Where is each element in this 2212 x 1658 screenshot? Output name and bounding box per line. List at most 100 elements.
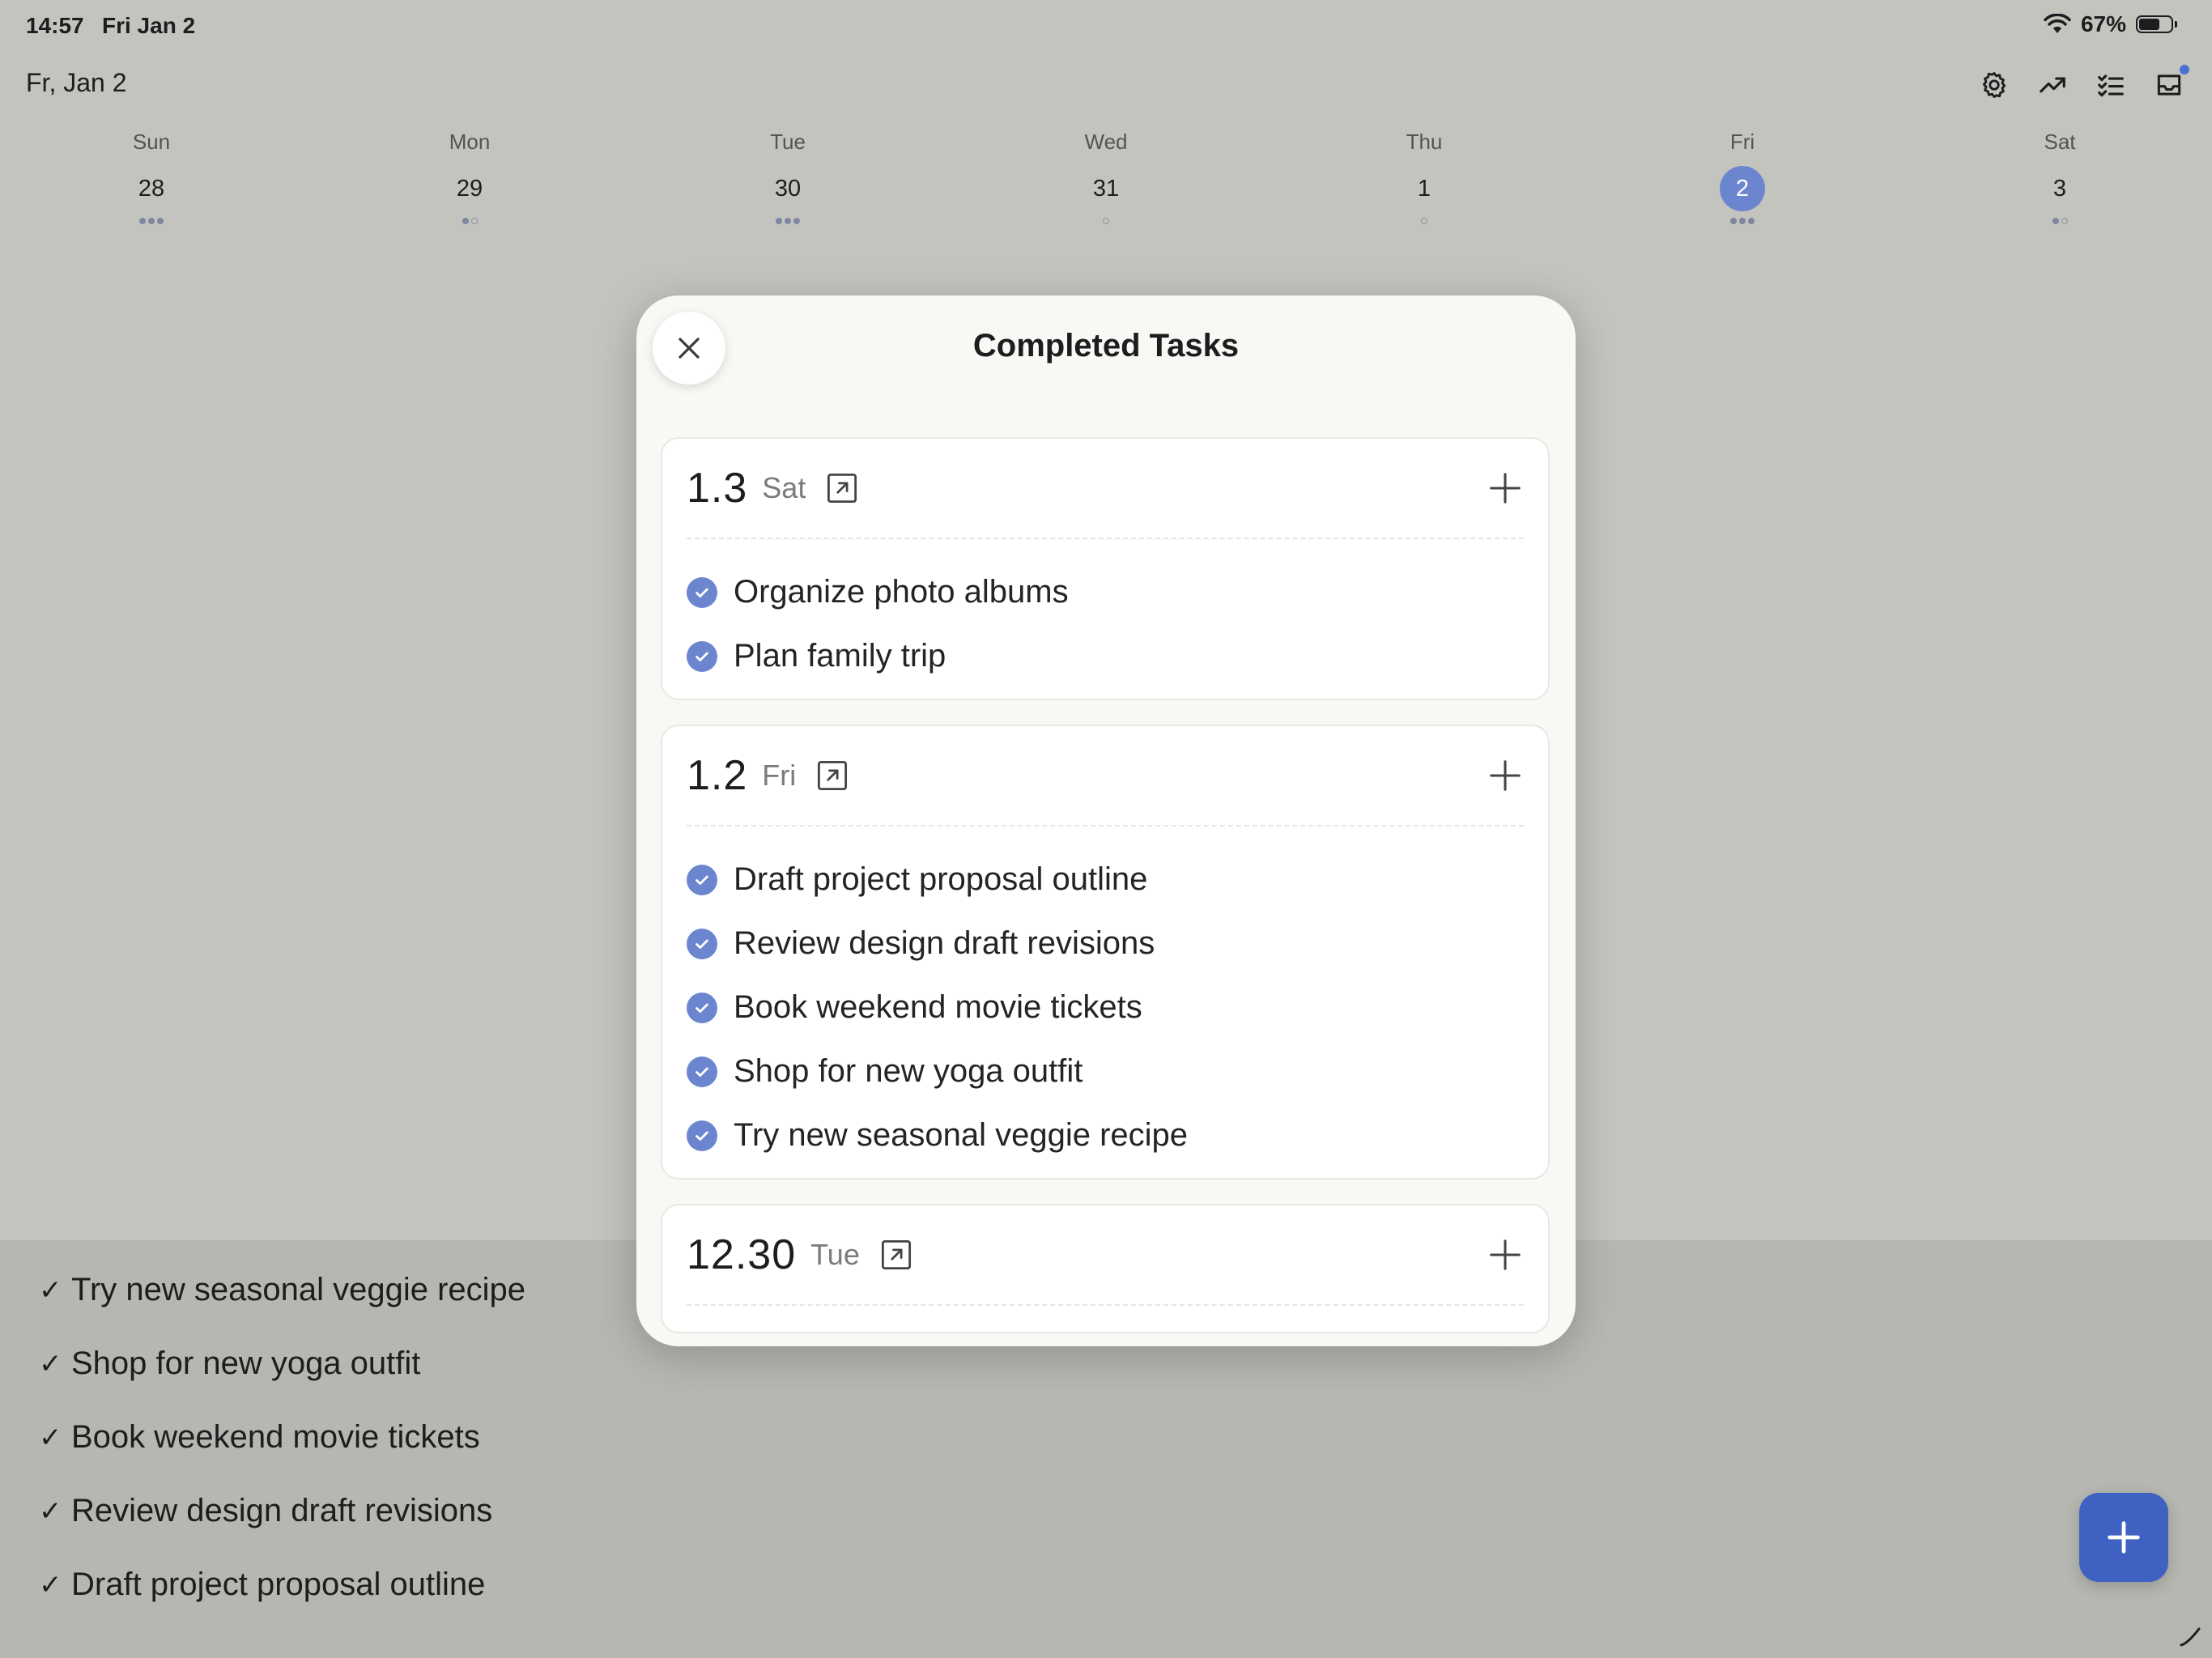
open-day-icon[interactable] xyxy=(825,471,859,505)
day-name: Thu xyxy=(1406,130,1443,154)
checkmark-icon[interactable] xyxy=(687,992,717,1023)
task-dot xyxy=(2052,218,2059,224)
day-number: 1 xyxy=(1417,176,1431,202)
task-list-button[interactable] xyxy=(2092,66,2129,104)
settings-button[interactable] xyxy=(1976,66,2013,104)
task-item[interactable]: Review design draft revisions xyxy=(687,912,1524,976)
day-wed[interactable]: Wed 31 xyxy=(1025,130,1187,227)
day-sat[interactable]: Sat 3 xyxy=(1979,130,2141,227)
day-name: Sat xyxy=(2044,130,2076,154)
list-item[interactable]: ✓ Book weekend movie tickets xyxy=(39,1401,525,1474)
day-mon[interactable]: Mon 29 xyxy=(389,130,551,227)
check-icon: ✓ xyxy=(39,1274,62,1306)
task-dot xyxy=(1730,218,1737,224)
checklist-icon xyxy=(2098,74,2124,97)
add-task-icon[interactable] xyxy=(1487,757,1524,794)
day-number: 30 xyxy=(774,176,802,202)
task-label: Book weekend movie tickets xyxy=(71,1419,480,1455)
day-number: 2 xyxy=(1720,166,1765,211)
add-task-icon[interactable] xyxy=(1487,470,1524,507)
task-item[interactable]: Try new seasonal veggie recipe xyxy=(687,1103,1524,1167)
status-time: 14:57 xyxy=(26,13,84,38)
task-label: Draft project proposal outline xyxy=(734,861,1148,897)
notification-dot xyxy=(2180,65,2189,74)
status-indicators: 67% xyxy=(2044,11,2177,37)
task-dots xyxy=(70,218,232,227)
wifi-icon xyxy=(2044,14,2071,33)
day-name: Sun xyxy=(132,130,171,154)
check-icon: ✓ xyxy=(39,1422,62,1453)
day-name: Fri xyxy=(1729,130,1755,154)
task-item[interactable]: Draft project proposal outline xyxy=(687,848,1524,912)
pending-dot xyxy=(1421,218,1427,224)
pending-dot xyxy=(470,218,478,224)
list-item[interactable]: ✓ Draft project proposal outline xyxy=(39,1548,525,1622)
task-label: Try new seasonal veggie recipe xyxy=(71,1272,526,1307)
task-dot xyxy=(148,218,155,224)
inbox-icon xyxy=(2157,74,2181,96)
task-dots xyxy=(1343,218,1505,227)
task-item[interactable]: Organize photo albums xyxy=(687,560,1524,624)
check-icon: ✓ xyxy=(39,1348,62,1380)
stats-button[interactable] xyxy=(2034,66,2071,104)
task-group-header: 1.3 Sat xyxy=(687,439,1524,539)
task-dots xyxy=(1661,218,1823,227)
day-fri[interactable]: Fri 2 xyxy=(1661,130,1823,227)
day-name: Tue xyxy=(770,130,806,154)
task-dots xyxy=(1979,218,2141,227)
day-number: 3 xyxy=(2052,176,2067,202)
open-day-icon[interactable] xyxy=(815,759,849,793)
task-dots xyxy=(707,218,869,227)
scroll-indicator-icon xyxy=(2180,1627,2201,1647)
list-item[interactable]: ✓ Review design draft revisions xyxy=(39,1474,525,1548)
group-weekday: Sat xyxy=(762,471,806,504)
list-item[interactable]: ✓ Shop for new yoga outfit xyxy=(39,1327,525,1401)
group-date: 12.30 xyxy=(687,1231,797,1278)
checkmark-icon[interactable] xyxy=(687,576,717,608)
completed-tasks-modal: Completed Tasks 1.3 Sat Organize photo alb… xyxy=(636,295,1576,1346)
day-task-list: ✓ Try new seasonal veggie recipe ✓ Shop for… xyxy=(39,1253,525,1622)
day-number: 31 xyxy=(1092,176,1120,202)
modal-title: Completed Tasks xyxy=(972,328,1240,363)
task-group-card: 1.2 Fri Draft project proposal outline Revi… xyxy=(661,725,1550,1180)
day-sun[interactable]: Sun 28 xyxy=(70,130,232,227)
checkmark-icon[interactable] xyxy=(687,1056,717,1087)
battery-icon xyxy=(2136,15,2177,33)
check-icon: ✓ xyxy=(39,1495,62,1527)
add-task-button[interactable] xyxy=(2079,1493,2168,1582)
pending-dot xyxy=(1103,218,1109,224)
day-thu[interactable]: Thu 1 xyxy=(1343,130,1505,227)
task-dot xyxy=(462,218,469,224)
task-label: Try new seasonal veggie recipe xyxy=(734,1117,1189,1153)
task-label: Shop for new yoga outfit xyxy=(734,1053,1083,1089)
day-number: 28 xyxy=(138,176,165,202)
task-item[interactable]: Plan family trip xyxy=(687,624,1524,688)
task-item[interactable]: Book weekend movie tickets xyxy=(687,976,1524,1039)
checkmark-icon[interactable] xyxy=(687,928,717,959)
checkmark-icon[interactable] xyxy=(687,640,717,672)
task-label: Review design draft revisions xyxy=(71,1493,493,1528)
task-dots xyxy=(389,218,551,227)
task-label: Organize photo albums xyxy=(734,574,1069,610)
checkmark-icon[interactable] xyxy=(687,864,717,895)
task-dot xyxy=(1739,218,1746,224)
task-list: Draft project proposal outline Review des… xyxy=(687,848,1524,1167)
task-item[interactable]: Shop for new yoga outfit xyxy=(687,1039,1524,1103)
task-dot xyxy=(157,218,164,224)
task-dot xyxy=(785,218,791,224)
inbox-button[interactable] xyxy=(2150,65,2189,104)
open-day-icon[interactable] xyxy=(879,1238,913,1272)
task-dot xyxy=(1748,218,1755,224)
add-task-icon[interactable] xyxy=(1487,1236,1524,1273)
group-weekday: Fri xyxy=(762,759,797,792)
checkmark-icon[interactable] xyxy=(687,1120,717,1151)
header-date[interactable]: Fr, Jan 2 xyxy=(26,68,127,98)
task-label: Shop for new yoga outfit xyxy=(71,1346,421,1381)
task-dot xyxy=(139,218,146,224)
trend-up-icon xyxy=(2040,77,2065,93)
list-item[interactable]: ✓ Try new seasonal veggie recipe xyxy=(39,1253,525,1327)
day-tue[interactable]: Tue 30 xyxy=(707,130,869,227)
task-group-header: 12.30 Tue xyxy=(687,1205,1524,1306)
status-date: Fri Jan 2 xyxy=(102,13,196,38)
task-group-header: 1.2 Fri xyxy=(687,726,1524,827)
